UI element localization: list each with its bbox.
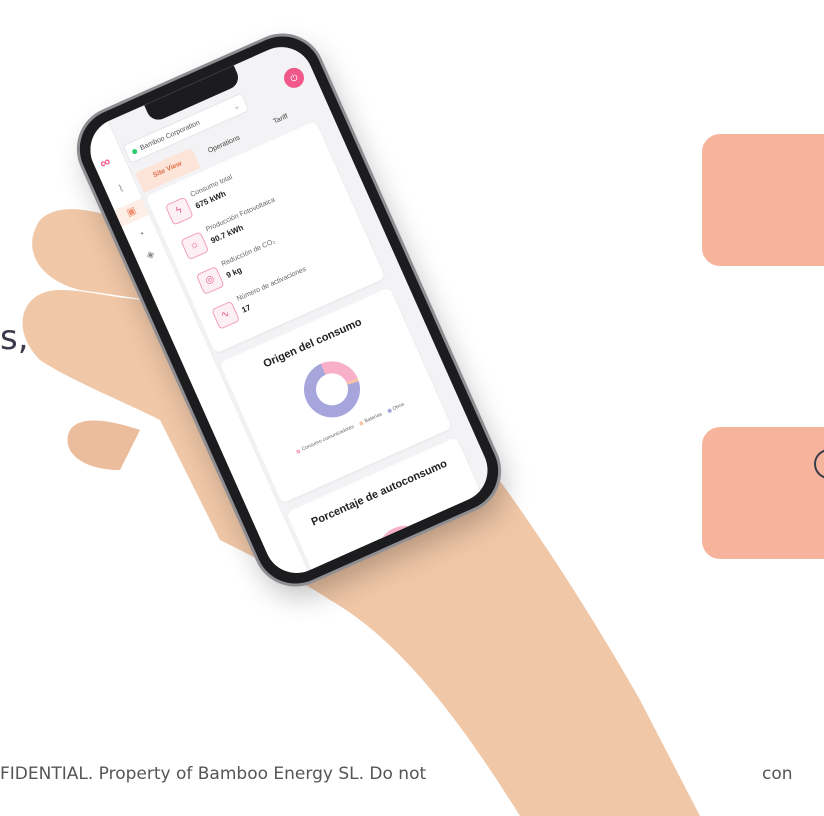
metric-activaciones: ∿ Número de activaciones 17 [209, 266, 307, 335]
status-dot [131, 148, 139, 155]
building-icon[interactable]: ▣ [114, 198, 150, 227]
co2-icon: ◎ [195, 265, 225, 296]
chart-icon[interactable]: ⌇ [114, 182, 130, 198]
chevron-down-icon: ⌄ [231, 100, 242, 112]
sun-icon: ☼ [180, 231, 210, 261]
metric-value: 17 [240, 302, 253, 315]
bolt-icon: ϟ [164, 196, 194, 226]
origin-donut-chart [295, 352, 369, 427]
legend-item: Otros [386, 402, 405, 415]
box-icon[interactable]: ◈ [143, 248, 159, 264]
metric-consumo: ϟ Consumo total 675 kWh [163, 174, 234, 231]
legend-item: Consumo comunicadores [295, 424, 355, 455]
pulse-icon: ∿ [211, 300, 241, 330]
metric-label: Número de activaciones [235, 265, 308, 303]
metric-reduccion: ◎ Reducción de CO₂ 9 kg [194, 238, 276, 300]
metric-label: Reducción de CO₂ [220, 238, 277, 269]
footer-left-text: FIDENTIAL. Property of Bamboo Energy SL.… [0, 764, 427, 784]
metric-produccion: ☼ Producción Fotovoltaica 90.7 kWh [179, 197, 276, 266]
confidential-footer: FIDENTIAL. Property of Bamboo Energy SL.… [0, 764, 824, 794]
app-logo: ∞ [97, 152, 113, 172]
metric-value: 9 kg [224, 265, 244, 280]
legend-item: Baterías [358, 411, 383, 426]
bell-icon[interactable]: ◔ [134, 227, 150, 243]
exit-icon[interactable]: ⏻ [280, 64, 308, 92]
footer-right-text: con [762, 764, 793, 784]
